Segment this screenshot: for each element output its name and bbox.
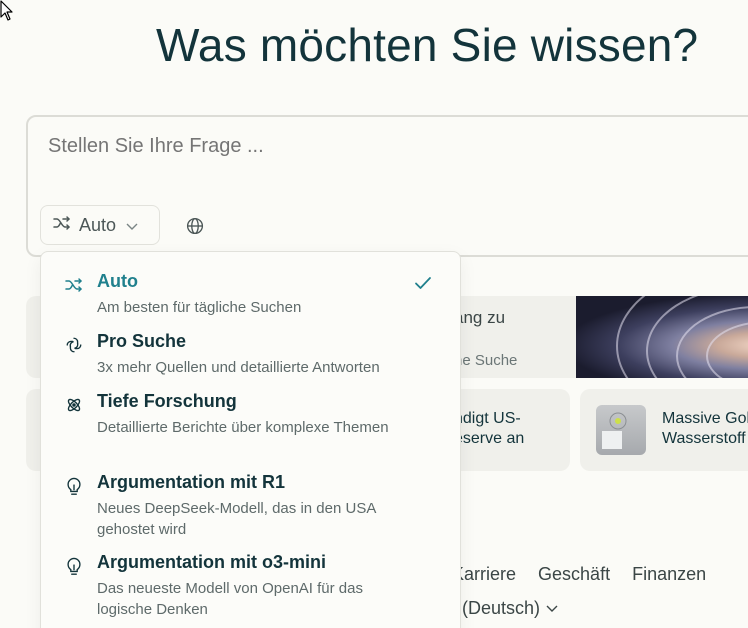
shuffle-icon bbox=[53, 215, 71, 236]
banner-subtitle: ne Suche bbox=[454, 352, 518, 369]
mode-option-description: Neues DeepSeek-Modell, das in den USA ge… bbox=[97, 500, 376, 538]
news-thumbnail bbox=[596, 405, 646, 455]
mode-option-title: Argumentation mit R1 bbox=[97, 472, 286, 492]
shuffle-icon bbox=[63, 274, 85, 296]
atom-icon bbox=[63, 394, 85, 416]
chevron-down-icon bbox=[546, 605, 558, 612]
mode-option-reasoning-r1[interactable]: Argumentation mit R1 Neues DeepSeek-Mode… bbox=[41, 472, 460, 542]
mode-option-title: Tiefe Forschung bbox=[97, 391, 237, 411]
mode-option-reasoning-o3-mini[interactable]: Argumentation mit o3-mini Das neueste Mo… bbox=[41, 552, 460, 622]
mode-select-button[interactable]: Auto bbox=[40, 205, 160, 245]
mode-option-title: Auto bbox=[97, 271, 138, 291]
mode-option-deep-research[interactable]: Tiefe Forschung Detaillierte Berichte üb… bbox=[41, 391, 460, 461]
mode-option-description: 3x mehr Quellen und detaillierte Antwort… bbox=[97, 359, 380, 376]
banner-image bbox=[576, 296, 748, 378]
topic-tabs: Karriere Geschäft Finanzen bbox=[452, 564, 728, 585]
checkmark-icon bbox=[415, 277, 431, 289]
banner-title: ang zu bbox=[454, 308, 506, 327]
news-card-title: ndigt US- eserve an bbox=[454, 410, 525, 447]
page-title: Was möchten Sie wissen? bbox=[156, 19, 699, 71]
lightbulb-icon bbox=[63, 555, 85, 577]
topic-tab[interactable]: Karriere bbox=[452, 564, 516, 585]
pro-search-icon bbox=[63, 334, 85, 356]
topic-tab[interactable]: Geschäft bbox=[538, 564, 610, 585]
mode-option-title: Pro Suche bbox=[97, 331, 187, 351]
lightbulb-icon bbox=[63, 475, 85, 497]
mode-dropdown-menu: Auto Am besten für tägliche Suchen Pro S… bbox=[40, 251, 461, 628]
mode-select-label: Auto bbox=[79, 214, 117, 235]
globe-icon bbox=[186, 217, 204, 235]
mode-option-description: Am besten für tägliche Suchen bbox=[97, 299, 302, 316]
mode-option-pro-search[interactable]: Pro Suche 3x mehr Quellen und detaillier… bbox=[41, 331, 460, 381]
mode-option-auto[interactable]: Auto Am besten für tägliche Suchen bbox=[41, 271, 460, 321]
mode-option-title: Argumentation mit o3-mini bbox=[97, 552, 326, 572]
globe-button[interactable] bbox=[182, 213, 208, 239]
mouse-cursor-icon bbox=[0, 0, 13, 21]
search-box: Auto bbox=[26, 115, 748, 257]
news-card[interactable]: Massive Gol Wasserstoff bbox=[580, 389, 748, 471]
news-card-title: Massive Gol Wasserstoff bbox=[662, 410, 748, 447]
chevron-down-icon bbox=[126, 215, 138, 236]
language-label: (Deutsch) bbox=[462, 598, 541, 618]
language-select[interactable]: (Deutsch) bbox=[462, 598, 558, 619]
mode-option-description: Das neueste Modell von OpenAI für das lo… bbox=[97, 580, 363, 618]
mode-option-description: Detaillierte Berichte über komplexe Them… bbox=[97, 419, 389, 436]
search-input[interactable] bbox=[48, 135, 648, 158]
topic-tab[interactable]: Finanzen bbox=[632, 564, 706, 585]
